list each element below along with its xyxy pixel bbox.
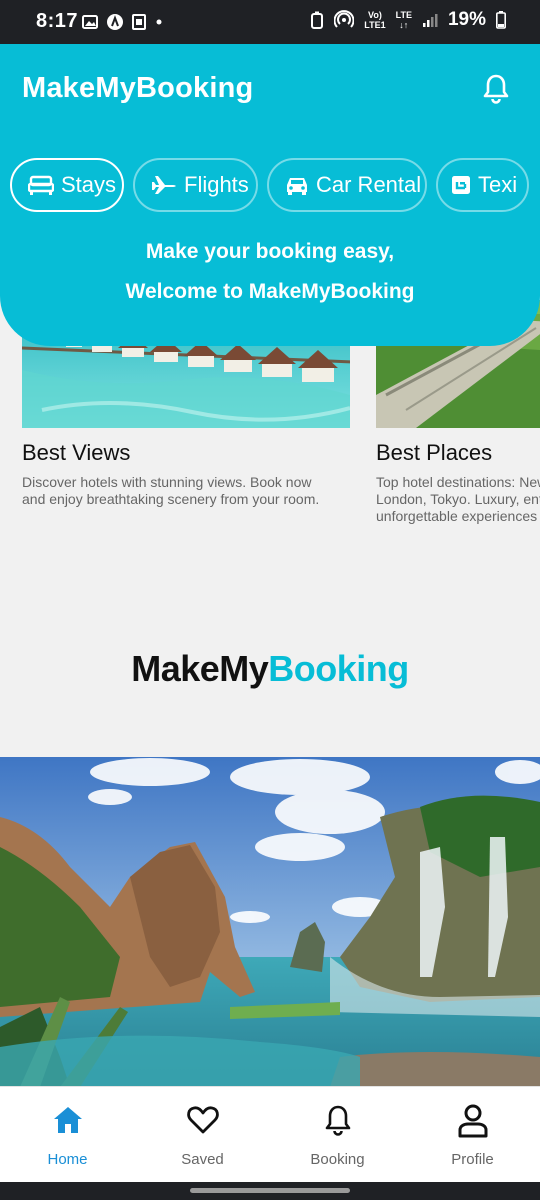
bed-icon: [28, 175, 54, 195]
tab-flights-label: Flights: [184, 172, 249, 197]
brand-part-1: MakeMy: [131, 648, 269, 689]
card-description: Top hotel destinations: New York, Paris,…: [376, 474, 540, 524]
tab-car-rental-label: Car Rental: [316, 172, 422, 197]
nav-booking[interactable]: Booking: [270, 1087, 405, 1183]
welcome-line-2: Welcome to MakeMyBooking: [125, 280, 415, 303]
nav-saved[interactable]: Saved: [135, 1087, 270, 1183]
status-bar: 8:17 Vo) LTE1 LTE ↓↑ 19%: [0, 0, 540, 44]
card-title: Best Places: [376, 440, 493, 465]
nav-home[interactable]: Home: [0, 1087, 135, 1183]
app-title: MakeMyBooking: [22, 72, 254, 104]
lte-arrows: ↓↑: [399, 20, 409, 30]
battery-saver-icon: [311, 11, 324, 29]
system-gesture-bar: [0, 1182, 540, 1200]
battery-icon: [496, 11, 506, 29]
bell-icon: [325, 1105, 350, 1136]
nav-saved-label: Saved: [181, 1151, 224, 1168]
hotspot-icon: [334, 10, 355, 28]
nav-profile[interactable]: Profile: [405, 1087, 540, 1183]
tab-texi-label: Texi: [478, 172, 518, 197]
header: MakeMyBooking Stays Flights Car Rental T…: [0, 44, 540, 346]
heart-icon: [186, 1106, 219, 1134]
welcome-line-1: Make your booking easy,: [145, 240, 395, 263]
dot-icon: [156, 19, 162, 25]
lte-indicator: LTE ↓↑: [396, 10, 412, 30]
nav-home-label: Home: [47, 1151, 88, 1168]
notification-icons: [82, 13, 164, 31]
nav-profile-label: Profile: [451, 1151, 494, 1168]
notification-button[interactable]: [480, 72, 512, 104]
card-description: Discover hotels with stunning views. Boo…: [22, 474, 320, 507]
home-gesture-handle[interactable]: [190, 1188, 350, 1193]
volte-bottom: LTE1: [364, 20, 386, 30]
tab-flights[interactable]: Flights: [133, 158, 258, 212]
nav-booking-label: Booking: [310, 1151, 365, 1168]
brand-logo-text: MakeMyBooking: [0, 648, 540, 690]
home-icon: [53, 1107, 82, 1133]
category-tabs: Stays Flights Car Rental Texi: [10, 158, 540, 214]
battery-percent: 19%: [447, 9, 486, 30]
gallery-icon: [82, 15, 98, 29]
tab-car-rental[interactable]: Car Rental: [267, 158, 427, 212]
card-title: Best Views: [22, 440, 131, 465]
car-icon: [287, 178, 307, 195]
airplane-icon: [152, 176, 176, 194]
person-icon: [458, 1104, 487, 1138]
sim-icon: [132, 14, 146, 30]
tab-stays-label: Stays: [61, 172, 117, 197]
volte-indicator: Vo) LTE1: [364, 10, 385, 30]
brand-part-2: Booking: [268, 648, 409, 689]
signal-icon: [422, 14, 438, 27]
status-right: Vo) LTE1 LTE ↓↑ 19%: [310, 9, 506, 31]
bell-icon: [483, 74, 509, 104]
scenic-banner-image: [0, 757, 540, 1087]
taxi-icon: [452, 176, 470, 194]
bottom-navigation: Home Saved Booking Profile: [0, 1086, 540, 1182]
tab-stays[interactable]: Stays: [10, 158, 124, 212]
volte-top: Vo): [368, 10, 382, 20]
nav-app-icon: [107, 14, 123, 30]
lte-label: LTE: [395, 10, 412, 20]
tab-texi[interactable]: Texi: [436, 158, 529, 212]
status-time: 8:17: [36, 10, 79, 32]
